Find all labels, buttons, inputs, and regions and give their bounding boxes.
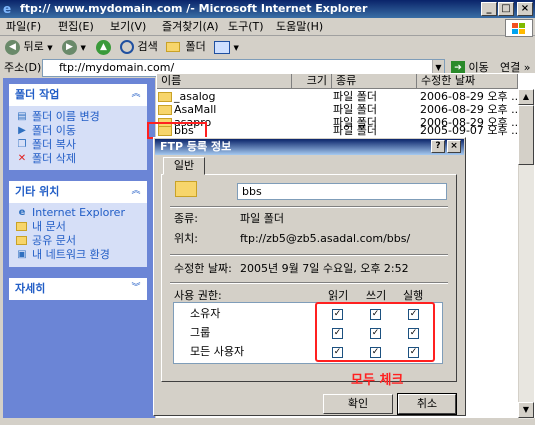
details-header[interactable]: 자세히	[9, 278, 147, 300]
collapse-icon[interactable]: ︽	[129, 87, 143, 101]
ie-icon: e	[18, 207, 26, 218]
permissions-label: 사용 권한:	[174, 289, 222, 302]
network-icon: ▣	[17, 249, 27, 260]
task-move-folder[interactable]: ▶ 폴더 이동	[16, 124, 76, 138]
task-copy-folder[interactable]: ❐ 폴더 복사	[16, 138, 76, 152]
search-icon	[120, 40, 134, 54]
folder-icon	[158, 105, 172, 115]
scroll-down-button[interactable]: ▼	[518, 402, 534, 418]
menu-tools[interactable]: 도구(T)	[228, 20, 264, 34]
collapse-icon[interactable]: ︽	[129, 184, 143, 198]
place-network[interactable]: ▣ 내 네트워크 환경	[16, 248, 110, 262]
column-name[interactable]: 이름	[157, 74, 292, 89]
menu-edit[interactable]: 편집(E)	[58, 20, 94, 34]
menu-file[interactable]: 파일(F)	[6, 20, 41, 34]
file-type: 파일 폴더	[333, 90, 377, 103]
close-button[interactable]: ×	[517, 2, 533, 16]
scroll-thumb[interactable]	[518, 105, 534, 165]
file-type: 파일 폴더	[333, 124, 377, 137]
perm-col-read: 읽기	[328, 289, 349, 302]
ie-logo-icon: e	[3, 2, 12, 16]
file-date: 2005-09-07 오후 ...	[420, 124, 522, 137]
back-arrow-icon: ◀	[5, 39, 20, 55]
cancel-button[interactable]: 취소	[397, 393, 457, 415]
dialog-title: FTP 등록 정보	[160, 140, 232, 153]
annotation-text: 모두 체크	[351, 373, 404, 388]
menu-favorites[interactable]: 즐겨찾기(A)	[162, 20, 219, 34]
perm-row-group: 그룹	[190, 326, 211, 339]
chevron-down-icon: ▼	[80, 44, 86, 52]
folder-icon	[16, 235, 28, 247]
dialog-help-button[interactable]: ?	[431, 140, 445, 153]
perm-col-write: 쓰기	[366, 289, 387, 302]
back-button[interactable]: ◀ 뒤로 ▼	[5, 39, 53, 55]
copy-icon: ❐	[17, 139, 27, 150]
minimize-button[interactable]: _	[481, 2, 497, 16]
column-size[interactable]: 크기	[292, 74, 332, 89]
up-folder-button[interactable]: ▲	[96, 39, 111, 55]
place-shared-documents[interactable]: 공유 문서	[16, 234, 76, 248]
file-date: 2006-08-29 오후 ...	[420, 103, 522, 116]
place-my-documents[interactable]: 내 문서	[16, 220, 66, 234]
divider	[170, 282, 448, 284]
chevron-down-icon: ▼	[47, 44, 53, 52]
window-title: ftp:// www.mydomain.com /- Microsoft Int…	[20, 2, 368, 15]
views-icon	[214, 40, 230, 54]
column-type[interactable]: 종류	[332, 74, 417, 89]
window-title-bar: ftp:// www.mydomain.com /- Microsoft Int…	[0, 0, 535, 18]
task-delete-folder[interactable]: ✕ 폴더 삭제	[16, 152, 76, 166]
up-arrow-icon: ▲	[96, 39, 111, 55]
folder-name-field[interactable]: bbs	[237, 183, 447, 200]
folder-icon	[16, 221, 28, 233]
ok-button[interactable]: 확인	[323, 394, 393, 414]
rename-icon: ▤	[17, 111, 27, 122]
folder-icon	[175, 181, 197, 197]
menu-help[interactable]: 도움말(H)	[276, 20, 323, 34]
move-icon: ▶	[18, 125, 26, 136]
perm-row-everyone: 모든 사용자	[190, 345, 245, 358]
highlight-box	[315, 302, 435, 362]
menu-view[interactable]: 보기(V)	[110, 20, 146, 34]
forward-button[interactable]: ▶ ▼	[62, 39, 86, 55]
perm-row-owner: 소유자	[190, 307, 221, 320]
file-row[interactable]: AsaMall	[158, 103, 216, 116]
forward-arrow-icon: ▶	[62, 39, 77, 55]
type-label: 종류:	[174, 212, 198, 225]
divider	[170, 206, 448, 208]
dialog-title-bar: FTP 등록 정보	[155, 139, 464, 155]
delete-icon: ✕	[17, 153, 27, 164]
address-label: 주소(D)	[4, 61, 42, 74]
folder-icon	[158, 92, 172, 102]
folder-tasks-header[interactable]: 폴더 작업	[9, 84, 147, 106]
windows-flag-icon	[505, 19, 533, 37]
column-date[interactable]: 수정한 날짜	[417, 74, 518, 89]
task-rename-folder[interactable]: ▤ 폴더 이름 변경	[16, 110, 99, 124]
file-date: 2006-08-29 오후 ...	[420, 90, 522, 103]
divider	[170, 254, 448, 256]
scroll-up-button[interactable]: ▲	[518, 89, 534, 105]
tab-general[interactable]: 일반	[163, 157, 205, 175]
folder-icon	[166, 42, 180, 52]
folders-button[interactable]: 폴더	[166, 39, 206, 55]
file-type: 파일 폴더	[333, 103, 377, 116]
chevron-down-icon: ▼	[233, 44, 239, 52]
search-button[interactable]: 검색	[120, 39, 158, 55]
other-places-header[interactable]: 기타 위치	[9, 181, 147, 203]
expand-icon[interactable]: ︾	[129, 281, 143, 295]
modified-value: 2005년 9월 7일 수요일, 오후 2:52	[240, 262, 409, 275]
perm-col-execute: 실행	[403, 289, 424, 302]
location-label: 위치:	[174, 232, 198, 245]
file-row[interactable]: _asalog	[158, 90, 215, 103]
views-button[interactable]: ▼	[214, 39, 239, 55]
dialog-close-button[interactable]: ×	[447, 140, 461, 153]
modified-label: 수정한 날짜:	[174, 262, 232, 275]
place-internet-explorer[interactable]: e Internet Explorer	[16, 206, 125, 220]
maximize-button[interactable]: □	[498, 2, 514, 16]
location-value: ftp://zb5@zb5.asadal.com/bbs/	[240, 232, 411, 245]
type-value: 파일 폴더	[240, 212, 284, 225]
